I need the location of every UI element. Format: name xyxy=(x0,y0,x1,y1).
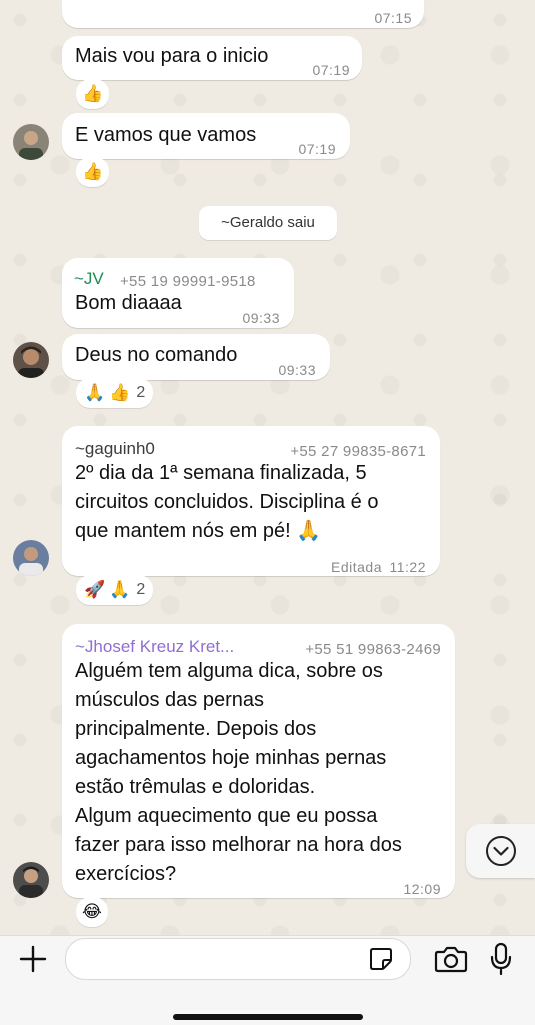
message-bubble[interactable]: Mais vou para o inicio 07:19 xyxy=(62,36,362,80)
message-input[interactable] xyxy=(65,938,411,980)
message-text: 2º dia da 1ª semana finalizada, 5 circui… xyxy=(75,459,378,546)
sticker-icon xyxy=(370,948,392,970)
camera-button[interactable] xyxy=(432,942,470,976)
message-time: 11:22 xyxy=(389,559,426,575)
message-reaction[interactable]: 👍 xyxy=(76,79,110,109)
message-bubble[interactable]: ~Jhosef Kreuz Kret... +55 51 99863-2469 … xyxy=(62,624,455,898)
plus-icon xyxy=(19,945,47,973)
message-text: E vamos que vamos xyxy=(75,124,257,146)
message-text: Alguém tem alguma dica, sobre os músculo… xyxy=(75,657,402,889)
microphone-icon xyxy=(490,942,512,976)
scroll-to-bottom-button[interactable] xyxy=(466,824,535,878)
message-bubble[interactable]: ~gaguinh0 +55 27 99835-8671 2º dia da 1ª… xyxy=(62,426,440,576)
message-line: Alguém tem alguma dica, sobre os xyxy=(75,660,383,682)
message-reaction[interactable]: 👍 xyxy=(76,157,110,187)
system-notice: ~Geraldo saiu xyxy=(199,206,337,240)
message-line: principalmente. Depois dos xyxy=(75,718,317,740)
thumbs-up-icon: 👍 xyxy=(82,84,104,103)
message-reaction[interactable]: 😂 xyxy=(76,897,108,927)
microphone-button[interactable] xyxy=(486,940,516,978)
message-bubble[interactable]: 07:15 xyxy=(62,0,424,28)
message-bubble[interactable]: ~JV +55 19 99991-9518 Bom diaaaa 09:33 xyxy=(62,258,294,328)
message-time: 12:09 xyxy=(403,881,441,897)
rocket-icon: 🚀 xyxy=(84,580,106,599)
message-line: fazer para isso melhorar na hora dos xyxy=(75,834,402,856)
message-time: 07:15 xyxy=(374,10,412,26)
message-line: músculos das pernas xyxy=(75,689,264,711)
message-line: 2º dia da 1ª semana finalizada, 5 xyxy=(75,462,367,484)
message-reaction[interactable]: 🙏 👍 2 xyxy=(76,378,154,408)
laughing-face-icon: 😂 xyxy=(82,902,102,921)
message-text: Deus no comando xyxy=(75,344,238,366)
edited-label: Editada xyxy=(331,559,382,575)
message-line: agachamentos hoje minhas pernas xyxy=(75,747,387,769)
message-line: exercícios? xyxy=(75,863,177,885)
home-indicator xyxy=(173,1014,363,1020)
avatar[interactable] xyxy=(13,862,49,898)
message-bubble[interactable]: E vamos que vamos 07:19 xyxy=(62,113,350,159)
message-time: 09:33 xyxy=(278,362,316,378)
message-text: Bom diaaaa xyxy=(75,292,182,314)
sticker-button[interactable] xyxy=(366,944,396,974)
message-line: estão trêmulas e doloridas. xyxy=(75,776,316,798)
message-line: Algum aquecimento que eu possa xyxy=(75,805,378,827)
avatar[interactable] xyxy=(13,540,49,576)
reaction-count: 2 xyxy=(136,384,146,401)
camera-icon xyxy=(434,946,468,973)
message-time: 09:33 xyxy=(242,310,280,326)
message-bubble[interactable]: Deus no comando 09:33 xyxy=(62,334,330,380)
folded-hands-icon: 🙏 xyxy=(84,383,106,402)
avatar[interactable] xyxy=(13,124,49,160)
message-line: circuitos concluidos. Disciplina é o xyxy=(75,491,379,513)
message-text: Mais vou para o inicio xyxy=(75,45,269,67)
avatar[interactable] xyxy=(13,342,49,378)
message-line: que mantem nós em pé! 🙏 xyxy=(75,520,322,542)
reaction-count: 2 xyxy=(136,581,146,598)
message-reaction[interactable]: 🚀 🙏 2 xyxy=(76,575,154,605)
thumbs-up-icon: 👍 xyxy=(109,383,131,402)
thumbs-up-icon: 👍 xyxy=(82,162,104,181)
message-time: 07:19 xyxy=(312,62,350,78)
attach-button[interactable] xyxy=(16,942,50,976)
chevron-down-circle-icon xyxy=(485,836,516,866)
folded-hands-icon: 🙏 xyxy=(109,580,131,599)
message-time: 07:19 xyxy=(298,141,336,157)
